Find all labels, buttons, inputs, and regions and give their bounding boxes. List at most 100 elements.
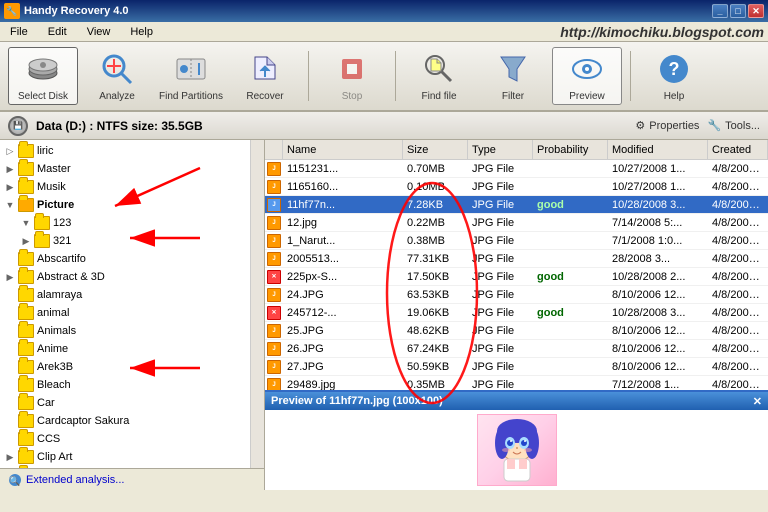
col-header-created[interactable]: Created [708,140,768,159]
expand-animals[interactable] [2,323,18,339]
expand-master[interactable]: ▶ [2,161,18,177]
tree-label-alamraya: alamraya [37,289,82,301]
table-row[interactable]: J 26.JPG 67.24KB JPG File 8/10/2006 12..… [265,340,768,358]
tree-item-321[interactable]: ▶ 321 [0,232,250,250]
table-row[interactable]: J 12.jpg 0.22MB JPG File 7/14/2008 5:...… [265,214,768,232]
tools-button[interactable]: 🔧 Tools... [707,119,760,132]
table-row[interactable]: J 1151231... 0.70MB JPG File 10/27/2008 … [265,160,768,178]
table-row[interactable]: J 24.JPG 63.53KB JPG File 8/10/2006 12..… [265,286,768,304]
tree-item-arek3b[interactable]: Arek3B [0,358,250,376]
table-row[interactable]: J 1165160... 0.10MB JPG File 10/27/2008 … [265,178,768,196]
disk-icon: 💾 [8,116,28,136]
find-partitions-label: Find Partitions [159,91,223,102]
extended-analysis-button[interactable]: 🔍 Extended analysis... [8,473,124,487]
svg-text:🔍: 🔍 [9,475,20,486]
find-file-button[interactable]: Find file [404,47,474,105]
filter-button[interactable]: Filter [478,47,548,105]
expand-liric[interactable]: ▷ [2,143,18,159]
menu-file[interactable]: File [4,24,34,40]
file-modified-9: 8/10/2006 12... [608,325,708,337]
expand-ccs[interactable] [2,431,18,447]
maximize-button[interactable]: □ [730,4,746,18]
select-disk-button[interactable]: Select Disk [8,47,78,105]
folder-icon-123 [34,216,50,230]
file-type-5: JPG File [468,253,533,265]
tree-item-car[interactable]: Car [0,394,250,412]
expand-abscartifo[interactable] [2,251,18,267]
svg-text:?: ? [669,59,680,79]
expand-alamraya[interactable] [2,287,18,303]
table-row[interactable]: J 11hf77n... 7.28KB JPG File good 10/28/… [265,196,768,214]
tree-item-liric[interactable]: ▷ liric [0,142,250,160]
tree-item-bleach[interactable]: Bleach [0,376,250,394]
file-size-0: 0.70MB [403,163,468,175]
tree-item-clipart[interactable]: ▶ Clip Art [0,448,250,466]
tree-item-ccs[interactable]: CCS [0,430,250,448]
preview-close-button[interactable]: ✕ [753,395,762,408]
tree-item-abstract[interactable]: ▶ Abstract & 3D [0,268,250,286]
expand-arek3b[interactable] [2,359,18,375]
expand-anime[interactable] [2,341,18,357]
file-icon-0: J [265,162,283,176]
expand-321[interactable]: ▶ [18,233,34,249]
expand-123[interactable]: ▼ [18,215,34,231]
file-created-12: 4/8/2009 6:03:27 AM [708,379,768,391]
tree-item-master[interactable]: ▶ Master [0,160,250,178]
table-row[interactable]: J 2005513... 77.31KB JPG File 28/2008 3.… [265,250,768,268]
tree-item-animal[interactable]: animal [0,304,250,322]
tools-label: Tools... [725,120,760,132]
col-header-name[interactable]: Name [283,140,403,159]
expand-clipart[interactable]: ▶ [2,449,18,465]
menu-edit[interactable]: Edit [42,24,73,40]
tree-item-picture[interactable]: ▼ Picture [0,196,250,214]
tree-item-cardcaptor[interactable]: Cardcaptor Sakura [0,412,250,430]
tree-item-abscartifo[interactable]: Abscartifo [0,250,250,268]
expand-picture[interactable]: ▼ [2,197,18,213]
expand-car[interactable] [2,395,18,411]
tree-item-anime[interactable]: Anime [0,340,250,358]
table-row[interactable]: ✕ 225px-S... 17.50KB JPG File good 10/28… [265,268,768,286]
expand-bleach[interactable] [2,377,18,393]
expand-animal[interactable] [2,305,18,321]
expand-musik[interactable]: ▶ [2,179,18,195]
file-type-6: JPG File [468,271,533,283]
tree-item-animals[interactable]: Animals [0,322,250,340]
preview-button[interactable]: Preview [552,47,622,105]
file-icon-12: J [265,378,283,391]
disk-actions: ⚙ Properties 🔧 Tools... [635,119,760,132]
close-button[interactable]: ✕ [748,4,764,18]
table-row[interactable]: J 1_Narut... 0.38MB JPG File 7/1/2008 1:… [265,232,768,250]
col-header-icon[interactable] [265,140,283,159]
table-row[interactable]: J 29489.jpg 0.35MB JPG File 7/12/2008 1.… [265,376,768,390]
properties-button[interactable]: ⚙ Properties [635,119,699,132]
table-row[interactable]: ✕ 245712-... 19.06KB JPG File good 10/28… [265,304,768,322]
col-header-modified[interactable]: Modified [608,140,708,159]
find-partitions-button[interactable]: Find Partitions [156,47,226,105]
recover-icon [247,51,283,87]
expand-abstract[interactable]: ▶ [2,269,18,285]
menu-view[interactable]: View [81,24,117,40]
col-header-type[interactable]: Type [468,140,533,159]
tree-item-123[interactable]: ▼ 123 [0,214,250,232]
help-button[interactable]: ? Help [639,47,709,105]
menu-help[interactable]: Help [124,24,159,40]
minimize-button[interactable]: _ [712,4,728,18]
tree-item-musik[interactable]: ▶ Musik [0,178,250,196]
table-row[interactable]: J 27.JPG 50.59KB JPG File 8/10/2006 12..… [265,358,768,376]
tree-item-alamraya[interactable]: alamraya [0,286,250,304]
file-name-1: 1165160... [283,181,403,193]
tree-label-master: Master [37,163,71,175]
title-controls[interactable]: _ □ ✕ [712,4,764,18]
filter-icon [495,51,531,87]
tree-scrollbar[interactable] [250,140,264,468]
file-name-2: 11hf77n... [283,199,403,211]
analyze-button[interactable]: Analyze [82,47,152,105]
tree-label-anime: Anime [37,343,68,355]
expand-cardcaptor[interactable] [2,413,18,429]
col-header-size[interactable]: Size [403,140,468,159]
tree-label-car: Car [37,397,55,409]
table-row[interactable]: J 25.JPG 48.62KB JPG File 8/10/2006 12..… [265,322,768,340]
stop-button[interactable]: Stop [317,47,387,105]
recover-button[interactable]: Recover [230,47,300,105]
col-header-prob[interactable]: Probability [533,140,608,159]
